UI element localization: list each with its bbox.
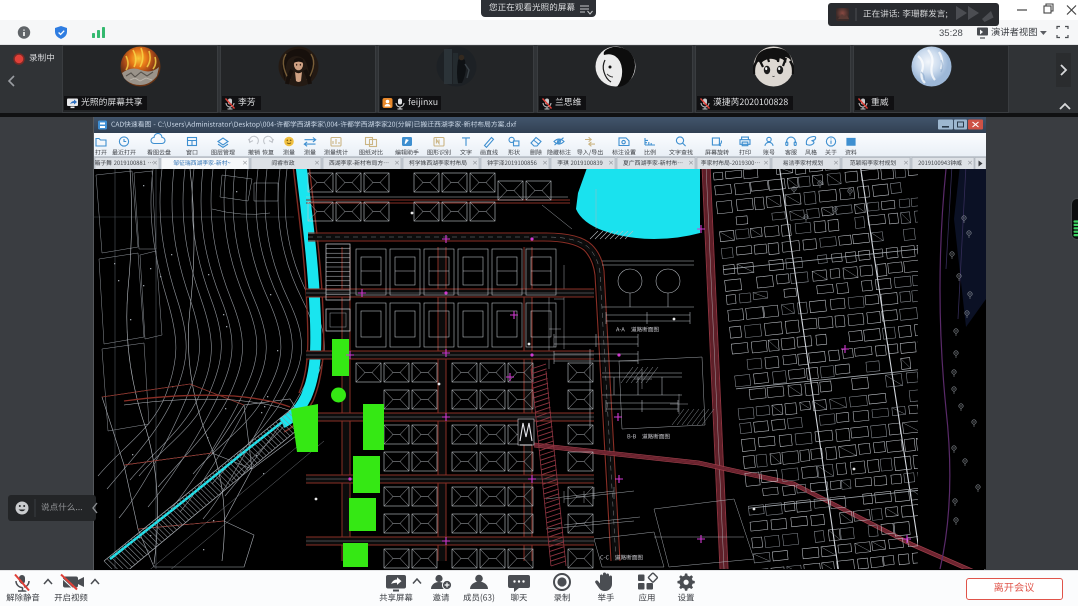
svg-text:35:28: 35:28	[939, 28, 963, 39]
